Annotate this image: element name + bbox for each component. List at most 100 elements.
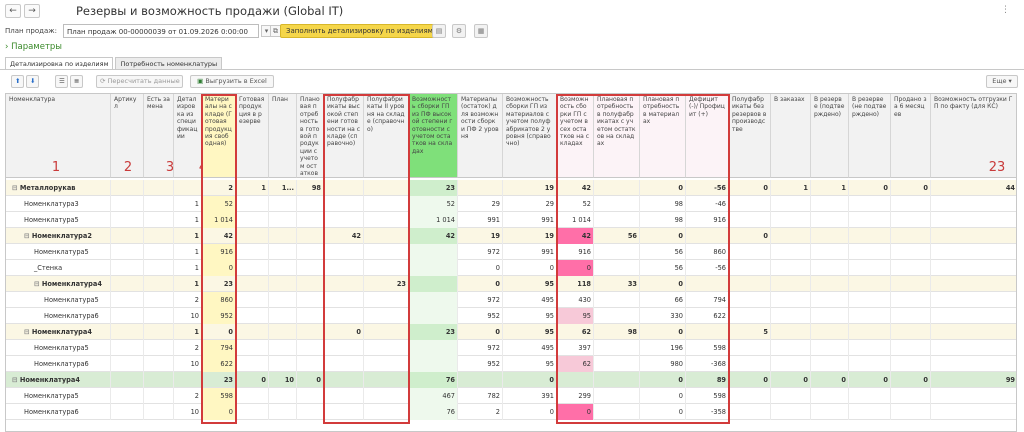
- nomenclature-cell[interactable]: ⊟ Номенклатура2: [6, 228, 111, 244]
- column-header-7[interactable]: План: [269, 94, 297, 178]
- cell-col-4: 2: [174, 340, 202, 356]
- table-row[interactable]: _Стенка 1 0 0 0 0 56 -56: [6, 260, 1016, 276]
- expand-toggle-icon[interactable]: ⊟: [24, 328, 32, 336]
- cell-col-23: [931, 292, 1016, 308]
- calendar-icon[interactable]: ▦: [474, 24, 488, 38]
- cell-col-22: [891, 212, 931, 228]
- cell-col-20: [811, 324, 849, 340]
- parameters-toggle[interactable]: › Параметры: [5, 42, 62, 52]
- cell-col-11: [409, 308, 458, 324]
- cell-col-9: [324, 292, 364, 308]
- cell-col-13: 95: [503, 324, 557, 340]
- more-menu-icon[interactable]: ⋮: [1001, 5, 1010, 15]
- export-excel-button[interactable]: ▣ Выгрузить в Excel: [190, 75, 274, 88]
- cell-col-5: 2: [202, 180, 236, 196]
- cell-col-12: 29: [458, 196, 503, 212]
- column-header-21[interactable]: В резерве (не подтверждено): [849, 94, 891, 178]
- group-row[interactable]: ⊟ Металлорукав 2 1 1... 98 23 19 42 0 -56 0 1 1 0 0 44: [6, 180, 1016, 196]
- report-icon[interactable]: ▤: [432, 24, 446, 38]
- cell-col-18: 0: [729, 372, 771, 388]
- column-header-10[interactable]: Полуфабрикаты II уровня на складе (справ…: [364, 94, 409, 178]
- table-row[interactable]: Номенклатура5 2 598 467 782 391 299 0 598: [6, 388, 1016, 404]
- table-row[interactable]: Номенклатура6 10 622 952 95 62 980 -368: [6, 356, 1016, 372]
- cell-col-10: [364, 196, 409, 212]
- column-header-5[interactable]: Материалы на складе (Готовая продукция с…: [202, 94, 236, 178]
- table-row[interactable]: Номенклатура5 1 916 972 991 916 56 860: [6, 244, 1016, 260]
- nomenclature-cell[interactable]: Номенклатура6: [6, 356, 111, 372]
- group-row[interactable]: ⊟ Номенклатура4 1 0 0 23 0 95 62 98 0 5: [6, 324, 1016, 340]
- nomenclature-cell[interactable]: ⊟ Металлорукав: [6, 180, 111, 196]
- cell-col-23: [931, 212, 1016, 228]
- tab-details[interactable]: Детализировка по изделиям: [5, 57, 114, 69]
- cell-col-11: 52: [409, 196, 458, 212]
- cell-col-19: 1: [771, 180, 811, 196]
- column-header-6[interactable]: Готовая продукция в резерве: [236, 94, 269, 178]
- plan-input[interactable]: План продаж 00-00000039 от 01.09.2026 0:…: [63, 24, 259, 38]
- nomenclature-cell[interactable]: ⊟ Номенклатура4: [6, 372, 111, 388]
- nomenclature-cell[interactable]: ⊟ Номенклатура4: [6, 276, 111, 292]
- move-up-icon[interactable]: ⬆: [11, 75, 24, 88]
- nomenclature-cell[interactable]: Номенклатура5: [6, 292, 111, 308]
- column-header-22[interactable]: Продано за 6 месяцев: [891, 94, 931, 178]
- nomenclature-cell[interactable]: Номенклатура5: [6, 244, 111, 260]
- column-header-9[interactable]: Полуфабрикаты высокой степени готовности…: [324, 94, 364, 178]
- column-header-20[interactable]: В резерве (подтверждено): [811, 94, 849, 178]
- tab-nomenclature-needs[interactable]: Потребность номенклатуры: [115, 57, 223, 69]
- column-header-19[interactable]: В заказах: [771, 94, 811, 178]
- column-header-16[interactable]: Плановая потребность в материалах: [640, 94, 686, 178]
- cell-col-9: [324, 340, 364, 356]
- column-header-8[interactable]: Плановая потребность в готовой продукции…: [297, 94, 324, 178]
- cell-col-3: [144, 388, 174, 404]
- expand-toggle-icon[interactable]: ⊟: [12, 184, 20, 192]
- column-header-18[interactable]: Полуфабрикаты без резервов в производств…: [729, 94, 771, 178]
- cell-col-18: 5: [729, 324, 771, 340]
- recalculate-button[interactable]: ⟳ Пересчитать данные: [96, 75, 183, 88]
- cell-col-2: [111, 260, 144, 276]
- back-button[interactable]: ←: [5, 3, 21, 18]
- collapse-icon[interactable]: ≣: [70, 75, 83, 88]
- cell-col-8: [297, 404, 324, 420]
- cell-col-8: [297, 212, 324, 228]
- expand-toggle-icon[interactable]: ⊟: [12, 376, 20, 384]
- cell-col-3: [144, 260, 174, 276]
- group-row[interactable]: ⊟ Номенклатура2 1 42 42 42 19 19 42 56 0 0: [6, 228, 1016, 244]
- column-header-14[interactable]: Возможность сборки ГП с учетом всех оста…: [557, 94, 594, 178]
- nomenclature-cell[interactable]: Номенклатура5: [6, 388, 111, 404]
- table-row[interactable]: Номенклатура6 10 952 952 95 95 330 622: [6, 308, 1016, 324]
- settings-icon[interactable]: ⚙: [452, 24, 466, 38]
- more-button[interactable]: Еще ▾: [986, 75, 1018, 88]
- cell-col-16: 0: [640, 276, 686, 292]
- expand-toggle-icon[interactable]: ⊟: [24, 232, 32, 240]
- forward-button[interactable]: →: [24, 3, 40, 18]
- table-row[interactable]: Номенклатура6 10 0 76 2 0 0 0 -358: [6, 404, 1016, 420]
- table-row[interactable]: Номенклатура5 1 1 014 1 014 991 991 1 014 98 916: [6, 212, 1016, 228]
- expand-icon[interactable]: ☰: [55, 75, 68, 88]
- group-row[interactable]: ⊟ Номенклатура4 23 0 10 0 76 0 0 89 0 0 0 0 0 99: [6, 372, 1016, 388]
- nomenclature-cell[interactable]: Номенклатура3: [6, 196, 111, 212]
- column-header-11[interactable]: Возможность сборки ГП из ПФ высокой степ…: [409, 94, 458, 178]
- nomenclature-cell[interactable]: ⊟ Номенклатура4: [6, 324, 111, 340]
- column-header-17[interactable]: Дефицит (-)/ Профицит (+): [686, 94, 729, 178]
- nomenclature-cell[interactable]: Номенклатура5: [6, 340, 111, 356]
- cell-col-11: [409, 244, 458, 260]
- fill-details-button[interactable]: Заполнить детализировку по изделиям: [280, 24, 439, 38]
- table-row[interactable]: Номенклатура5 2 794 972 495 397 196 598: [6, 340, 1016, 356]
- nomenclature-cell[interactable]: Номенклатура5: [6, 212, 111, 228]
- move-down-icon[interactable]: ⬇: [26, 75, 39, 88]
- expand-toggle-icon[interactable]: ⊟: [34, 280, 42, 288]
- cell-col-22: [891, 276, 931, 292]
- column-header-12[interactable]: Материалы (остаток) для возможности сбор…: [458, 94, 503, 178]
- column-header-13[interactable]: Возможность сборки ГП из материалов с уч…: [503, 94, 557, 178]
- nomenclature-label: Номенклатура3: [24, 200, 79, 208]
- cell-col-21: [849, 404, 891, 420]
- cell-col-9: [324, 180, 364, 196]
- cell-col-7: [269, 340, 297, 356]
- column-header-15[interactable]: Плановая потребность в полуфабрикатах с …: [594, 94, 640, 178]
- group-row[interactable]: ⊟ Номенклатура4 1 23 23 0 95 118 33 0: [6, 276, 1016, 292]
- table-row[interactable]: Номенклатура3 1 52 52 29 29 52 98 -46: [6, 196, 1016, 212]
- cell-col-18: [729, 276, 771, 292]
- nomenclature-cell[interactable]: Номенклатура6: [6, 308, 111, 324]
- nomenclature-cell[interactable]: _Стенка: [6, 260, 111, 276]
- table-row[interactable]: Номенклатура5 2 860 972 495 430 66 794: [6, 292, 1016, 308]
- nomenclature-cell[interactable]: Номенклатура6: [6, 404, 111, 420]
